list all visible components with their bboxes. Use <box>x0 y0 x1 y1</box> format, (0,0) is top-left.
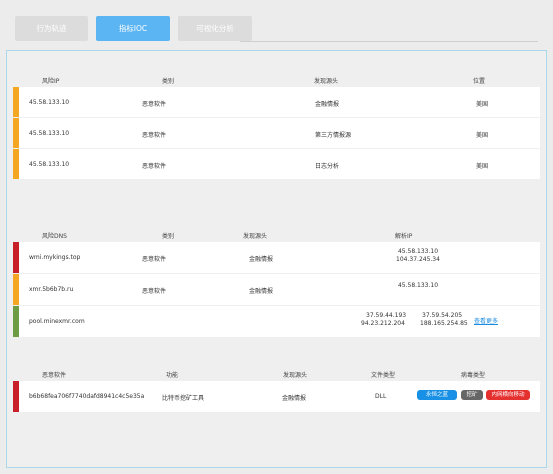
header-virus-type: 病毒类型 <box>461 372 486 379</box>
virus-type-tag[interactable]: 永恒之蓝 <box>417 390 457 400</box>
category-value: 恶意软件 <box>142 163 167 170</box>
view-more-link[interactable]: 查看更多 <box>474 316 498 325</box>
dns-row[interactable]: xmr.5b6b7b.ru 恶意软件 金融情报 45.58.133.10 <box>13 274 540 305</box>
header-function: 功能 <box>166 372 179 379</box>
dns-value: xmr.5b6b7b.ru <box>29 286 74 293</box>
resolved-ip: 37.59.54.205 <box>422 312 463 319</box>
dns-value: wmi.mykings.top <box>29 254 81 261</box>
header-resolved-ip: 解析IP <box>395 233 413 240</box>
risk-level-bar <box>13 149 19 179</box>
ioc-panel: 风险IP 类别 发现源头 位置 45.58.133.10 恶意软件 金融情报 美… <box>6 50 547 468</box>
virus-type-tag[interactable]: 内网横向移动 <box>486 390 530 400</box>
source-value: 日志分析 <box>315 163 340 170</box>
header-source: 发现源头 <box>283 372 308 379</box>
header-category: 类别 <box>162 233 175 240</box>
header-file-type: 文件类型 <box>371 372 396 379</box>
resolved-ip: 45.58.133.10 <box>397 282 439 289</box>
ip-value: 45.58.133.10 <box>29 99 70 106</box>
header-location: 位置 <box>473 78 486 85</box>
ip-value: 45.58.133.10 <box>29 161 70 168</box>
location-value: 美国 <box>476 132 489 139</box>
dns-row[interactable]: pool.minexmr.com 37.59.44.193 37.59.54.2… <box>13 306 540 337</box>
ip-value: 45.58.133.10 <box>29 130 70 137</box>
dns-row[interactable]: wmi.mykings.top 恶意软件 金融情报 45.58.133.10 1… <box>13 242 540 273</box>
header-risk-ip: 风险IP <box>42 78 60 85</box>
ip-row[interactable]: 45.58.133.10 恶意软件 日志分析 美国 <box>13 149 540 179</box>
resolved-ip: 188.165.254.85 <box>420 320 468 327</box>
malware-hash: b6b68fea706f7740dafd8941c4c5e35a <box>29 393 145 400</box>
header-source: 发现源头 <box>314 78 339 85</box>
location-value: 美国 <box>476 163 489 170</box>
risk-level-bar <box>13 242 19 273</box>
tab-divider <box>240 41 538 42</box>
tab-indicator-ioc[interactable]: 指标IOC <box>96 16 170 41</box>
risk-level-bar <box>13 87 19 117</box>
header-category: 类别 <box>162 78 175 85</box>
resolved-ip: 45.58.133.10 <box>397 248 439 255</box>
source-value: 第三方情报源 <box>315 132 352 139</box>
category-value: 恶意软件 <box>142 132 167 139</box>
source-value: 金融情报 <box>249 288 274 295</box>
file-type-value: DLL <box>375 393 387 400</box>
risk-level-bar <box>13 306 19 337</box>
category-value: 恶意软件 <box>142 288 167 295</box>
resolved-ip: 94.23.212.204 <box>361 320 405 327</box>
header-risk-dns: 风险DNS <box>42 233 67 240</box>
ip-row[interactable]: 45.58.133.10 恶意软件 第三方情报源 美国 <box>13 118 540 148</box>
header-malware: 恶意软件 <box>42 372 67 379</box>
source-value: 金融情报 <box>282 395 307 402</box>
source-value: 金融情报 <box>249 256 274 263</box>
malware-row[interactable]: b6b68fea706f7740dafd8941c4c5e35a 比特币挖矿工具… <box>13 381 540 412</box>
tab-bar: 行为轨迹 指标IOC 可视化分析 <box>15 16 252 41</box>
risk-level-bar <box>13 274 19 305</box>
tab-visual-analysis[interactable]: 可视化分析 <box>178 16 252 41</box>
virus-type-tag[interactable]: 挖矿 <box>461 390 483 400</box>
ip-row[interactable]: 45.58.133.10 恶意软件 金融情报 美国 <box>13 87 540 117</box>
risk-level-bar <box>13 381 19 412</box>
risk-level-bar <box>13 118 19 148</box>
location-value: 美国 <box>476 101 489 108</box>
header-source: 发现源头 <box>243 233 268 240</box>
function-value: 比特币挖矿工具 <box>162 395 205 402</box>
source-value: 金融情报 <box>315 101 340 108</box>
category-value: 恶意软件 <box>142 256 167 263</box>
tab-behavior-trace[interactable]: 行为轨迹 <box>15 16 88 41</box>
category-value: 恶意软件 <box>142 101 167 108</box>
dns-value: pool.minexmr.com <box>29 318 85 325</box>
resolved-ip: 37.59.44.193 <box>366 312 407 319</box>
resolved-ip: 104.37.245.34 <box>396 256 440 263</box>
